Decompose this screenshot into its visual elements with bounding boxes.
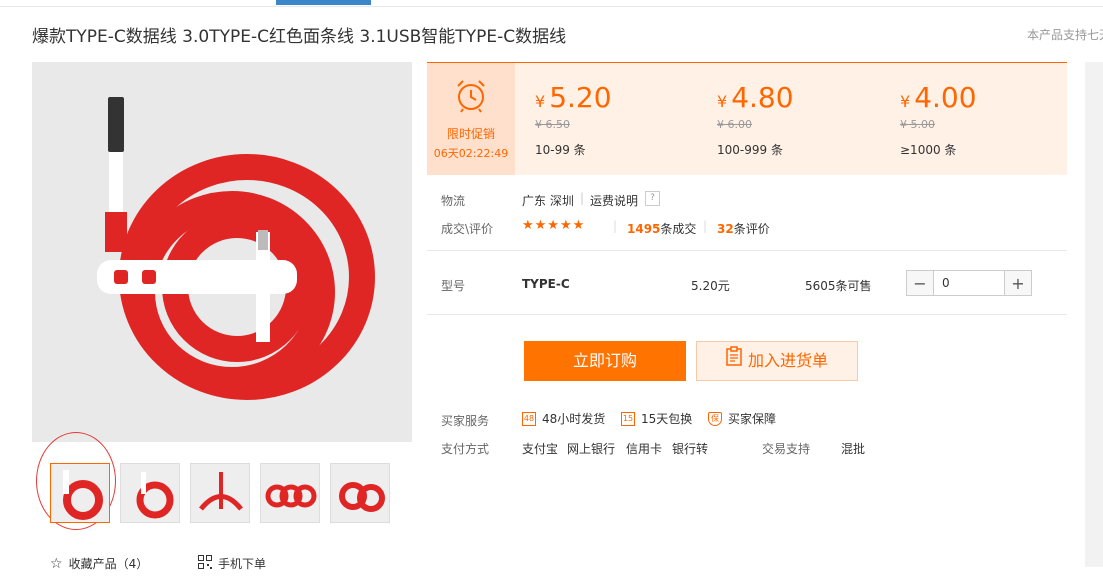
tier-price: 4.00 [914, 81, 977, 114]
mobile-order-link[interactable]: 手机下单 [198, 555, 266, 572]
deal-count-suffix: 条成交 [660, 222, 697, 236]
thumbnail-5[interactable] [330, 463, 390, 523]
sku-stock: 5605条可售 [805, 279, 872, 293]
increase-button[interactable]: + [1005, 271, 1031, 295]
clipboard-icon [726, 342, 742, 380]
review-count-suffix: 条评价 [733, 222, 770, 236]
exchange-15day-icon: 15 [621, 411, 635, 426]
thumbnail-2[interactable] [120, 463, 180, 523]
tier-quantity: 10-99 条 [535, 143, 586, 157]
trade-support-label: 交易支持 [762, 442, 811, 456]
currency-symbol: ¥ [900, 92, 911, 111]
currency-symbol: ¥ [717, 92, 728, 111]
quantity-stepper: − 0 + [906, 270, 1032, 296]
service-label: 买家保障 [728, 412, 777, 426]
tier-price: 5.20 [549, 81, 612, 114]
payment-method-credit: 信用卡 [626, 442, 663, 456]
star-outline-icon: ☆ [50, 555, 63, 572]
product-title: 爆款TYPE-C数据线 3.0TYPE-C红色面条线 3.1USB智能TYPE-… [32, 27, 567, 47]
service-48h[interactable]: 48 48小时发货 [522, 410, 605, 427]
main-product-image[interactable] [32, 62, 412, 442]
freight-link[interactable]: 运费说明 [590, 192, 638, 209]
sku-name: TYPE-C [522, 277, 570, 291]
divider [427, 250, 1067, 251]
deal-label: 成交\评价 [441, 222, 494, 236]
top-border [0, 0, 1103, 7]
payment-method-alipay: 支付宝 [522, 442, 559, 456]
price-tier-3: ¥4.00 ¥ 5.00 ≥1000 条 [900, 81, 977, 158]
payment-method-transfer: 银行转 [672, 442, 709, 456]
qr-code-icon [198, 555, 212, 572]
price-tier-1: ¥5.20 ¥ 6.50 10-99 条 [535, 81, 612, 158]
thumbnail-4[interactable] [260, 463, 320, 523]
payment-label: 支付方式 [441, 442, 490, 456]
deal-count[interactable]: 1495条成交 [627, 220, 696, 237]
service-guarantee[interactable]: 保 买家保障 [708, 410, 776, 427]
payment-method-netbank: 网上银行 [567, 442, 616, 456]
help-icon[interactable]: ? [645, 191, 660, 206]
buy-now-button[interactable]: 立即订购 [524, 341, 686, 381]
alarm-clock-icon [457, 80, 485, 113]
favorite-label: 收藏产品（4） [68, 557, 149, 571]
price-panel: 限时促销 06天02:22:49 ¥5.20 ¥ 6.50 10-99 条 ¥4… [427, 62, 1067, 175]
service-15day[interactable]: 15 15天包换 [621, 410, 692, 427]
promo-countdown: 06天02:22:49 [433, 147, 509, 160]
deal-count-number: 1495 [627, 222, 661, 236]
deal-separator: | [613, 219, 618, 233]
thumbnail-1[interactable] [50, 463, 110, 523]
quantity-input[interactable]: 0 [933, 271, 1005, 295]
divider [427, 314, 1067, 315]
review-count[interactable]: 32条评价 [717, 220, 770, 237]
price-tier-2: ¥4.80 ¥ 6.00 100-999 条 [717, 81, 794, 158]
add-to-cart-label: 加入进货单 [747, 351, 828, 370]
support-notice: 本产品支持七天 [1027, 28, 1103, 42]
delivery-48h-icon: 48 [522, 411, 536, 426]
promo-label: 限时促销 [446, 127, 495, 141]
tier-old-price: ¥ 6.00 [717, 118, 752, 131]
service-label: 48小时发货 [542, 412, 606, 426]
thumbnail-3[interactable] [190, 463, 250, 523]
mobile-order-label: 手机下单 [218, 557, 267, 571]
right-sidebar-edge [1085, 62, 1103, 567]
favorite-link[interactable]: ☆ 收藏产品（4） [50, 555, 148, 572]
tier-old-price: ¥ 5.00 [900, 118, 935, 131]
sku-price: 5.20元 [691, 279, 730, 293]
tier-quantity: ≥1000 条 [900, 143, 957, 157]
services-label: 买家服务 [441, 414, 490, 428]
shield-icon: 保 [708, 411, 722, 426]
currency-symbol: ¥ [535, 92, 546, 111]
trade-support-value: 混批 [841, 442, 866, 456]
service-label: 15天包换 [641, 412, 693, 426]
tier-old-price: ¥ 6.50 [535, 118, 570, 131]
logistics-label: 物流 [441, 194, 466, 208]
promo-block: 限时促销 06天02:22:49 [427, 63, 515, 175]
decrease-button[interactable]: − [907, 271, 933, 295]
rating-stars: ★★★★★ [522, 218, 586, 233]
add-to-cart-button[interactable]: 加入进货单 [696, 341, 858, 381]
review-count-number: 32 [717, 222, 734, 236]
tier-quantity: 100-999 条 [717, 143, 783, 157]
shipping-location: 广东 深圳 [522, 194, 574, 208]
tier-price: 4.80 [731, 81, 794, 114]
deal-separator-2: | [703, 219, 708, 233]
sku-label: 型号 [441, 279, 466, 293]
logistics-separator: | [580, 191, 585, 205]
active-nav-indicator [276, 0, 371, 5]
